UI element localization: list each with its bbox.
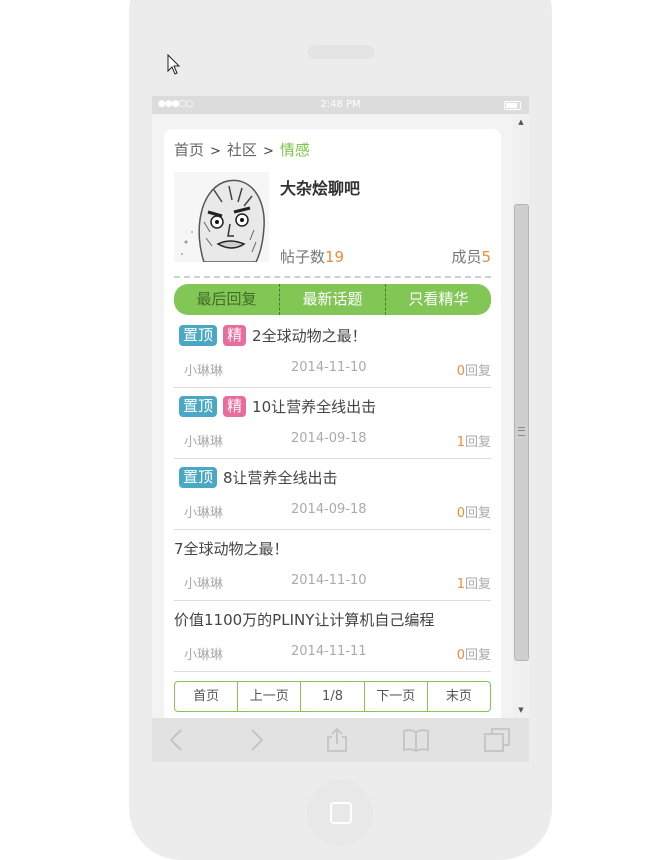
reply-label: 回复 [464,506,491,521]
prev-page-button[interactable]: 上一页 [238,682,302,711]
web-viewport: 首页 > 社区 > 情感 大杂烩聊吧 帖子数19 成员5 最后回复 最新话题 只… [152,114,513,718]
grip-icon [518,427,525,436]
post-author: 小琳琳 [184,435,224,450]
phone-speaker [308,45,374,59]
tab-newest[interactable]: 最新话题 [280,284,386,315]
post-item[interactable]: 置顶 8让营养全线出击 小琳琳 2014-09-18 0回复 [174,459,491,530]
pagination: 首页 上一页 1/8 下一页 末页 [174,681,491,712]
breadcrumb-current: 情感 [279,141,310,159]
tabs-icon[interactable] [484,728,510,752]
post-replies: 0回复 [457,644,491,663]
post-count-label: 帖子数 [280,248,326,266]
breadcrumb-separator: > [262,144,274,159]
scrollbar-thumb[interactable] [514,204,529,661]
essence-badge: 精 [223,325,247,346]
post-date: 2014-11-10 [291,573,367,588]
post-title[interactable]: 7全球动物之最！ [174,540,289,558]
pinned-badge: 置顶 [179,325,218,346]
reply-count: 1 [456,577,465,592]
breadcrumb-separator: > [210,144,221,159]
status-time: 2:48 PM [320,99,361,110]
reply-count: 0 [456,648,465,663]
post-item[interactable]: 7全球动物之最！ 小琳琳 2014-11-10 1回复 [174,530,491,601]
scrollbar[interactable]: ▲ ▼ [513,114,529,718]
post-title-line: 7全球动物之最！ [174,538,289,559]
post-title-line: 置顶精 2全球动物之最！ [174,325,367,346]
reply-label: 回复 [464,577,491,592]
reply-label: 回复 [464,364,491,379]
bookmarks-icon[interactable] [403,728,429,752]
member-count-label: 成员 [451,248,482,266]
phone-screen: ●●●○○ 2:48 PM 首页 > 社区 > 情感 大杂烩聊吧 帖子数19 成… [152,96,529,762]
post-title[interactable]: 2全球动物之最！ [252,327,367,345]
post-replies: 0回复 [457,502,491,521]
post-count-value: 19 [325,248,345,266]
post-count: 帖子数19 [280,246,344,267]
post-title-line: 价值1100万的PLINY让计算机自己编程 [174,609,434,630]
last-page-button[interactable]: 末页 [428,682,490,711]
scroll-up-icon[interactable]: ▲ [513,118,529,126]
tab-last-reply[interactable]: 最后回复 [174,284,280,315]
share-icon[interactable] [324,728,350,752]
reply-label: 回复 [464,648,491,663]
pinned-badge: 置顶 [179,467,218,488]
post-title-line: 置顶精 10让营养全线出击 [174,396,376,417]
next-page-button[interactable]: 下一页 [365,682,428,711]
filter-tabs: 最后回复 最新话题 只看精华 [174,284,491,315]
post-author: 小琳琳 [184,506,224,521]
reply-count: 1 [456,435,465,450]
status-bar: ●●●○○ 2:48 PM [152,96,529,114]
breadcrumb-community[interactable]: 社区 [227,141,257,159]
post-item[interactable]: 置顶精 10让营养全线出击 小琳琳 2014-09-18 1回复 [174,388,491,459]
post-date: 2014-09-18 [291,431,367,446]
pinned-badge: 置顶 [179,396,218,417]
post-item[interactable]: 价值1100万的PLINY让计算机自己编程 小琳琳 2014-11-11 0回复 [174,601,491,672]
forward-icon[interactable] [243,728,269,752]
browser-toolbar [152,718,529,762]
group-name: 大杂烩聊吧 [280,179,361,198]
essence-badge: 精 [223,396,247,417]
breadcrumb-home[interactable]: 首页 [174,141,204,159]
tab-essence-only[interactable]: 只看精华 [386,284,491,315]
post-replies: 1回复 [457,431,491,450]
post-date: 2014-11-11 [291,644,367,659]
post-date: 2014-11-10 [291,360,367,375]
post-title-line: 置顶 8让营养全线出击 [174,467,338,488]
back-icon[interactable] [164,728,190,752]
forum-card: 首页 > 社区 > 情感 大杂烩聊吧 帖子数19 成员5 最后回复 最新话题 只… [164,129,501,718]
first-page-button[interactable]: 首页 [175,682,239,711]
member-count-value: 5 [481,248,491,266]
reply-count: 0 [456,364,465,379]
scroll-down-icon[interactable]: ▼ [513,706,529,714]
post-item[interactable]: 置顶精 2全球动物之最！ 小琳琳 2014-11-10 0回复 [174,317,491,388]
breadcrumb: 首页 > 社区 > 情感 [174,139,310,160]
battery-icon [504,101,521,110]
member-count: 成员5 [451,246,491,267]
reply-count: 0 [456,506,465,521]
post-author: 小琳琳 [184,577,224,592]
home-button[interactable] [307,780,373,846]
post-author: 小琳琳 [184,648,224,663]
post-author: 小琳琳 [184,364,224,379]
post-replies: 1回复 [457,573,491,592]
mouse-cursor-icon [167,54,181,75]
post-replies: 0回复 [457,360,491,379]
page-indicator: 1/8 [301,682,365,711]
dashed-divider [174,276,491,278]
post-date: 2014-09-18 [291,502,367,517]
post-title[interactable]: 8让营养全线出击 [223,469,338,487]
post-title[interactable]: 10让营养全线出击 [252,398,376,416]
reply-label: 回复 [464,435,491,450]
post-title[interactable]: 价值1100万的PLINY让计算机自己编程 [174,611,434,629]
group-avatar [174,172,269,262]
